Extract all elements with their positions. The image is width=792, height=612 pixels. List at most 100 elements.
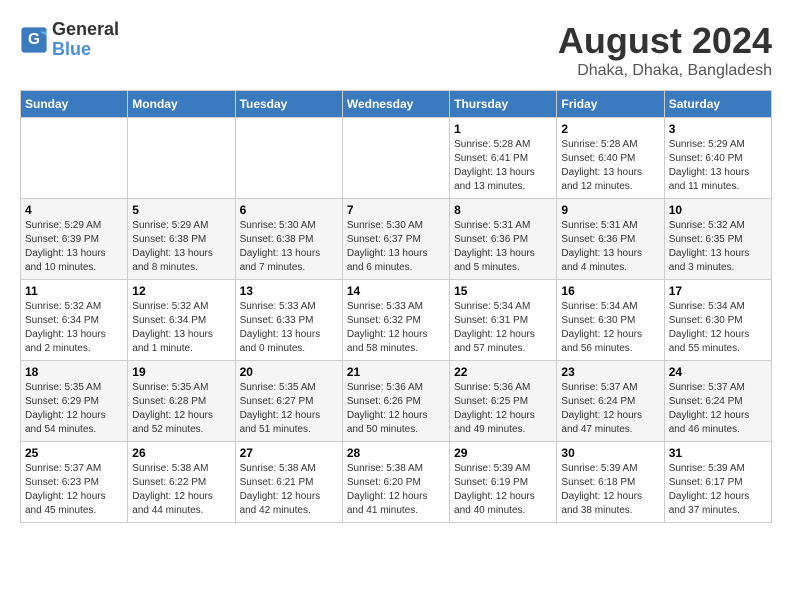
day-cell: 11 Sunrise: 5:32 AM Sunset: 6:34 PM Dayli… <box>21 280 128 361</box>
day-number: 2 <box>561 122 659 136</box>
day-cell: 19 Sunrise: 5:35 AM Sunset: 6:28 PM Dayli… <box>128 361 235 442</box>
day-number: 21 <box>347 365 445 379</box>
day-cell: 20 Sunrise: 5:35 AM Sunset: 6:27 PM Dayli… <box>235 361 342 442</box>
day-info: Sunrise: 5:29 AM Sunset: 6:38 PM Dayligh… <box>132 219 230 275</box>
logo-line2: Blue <box>52 40 119 60</box>
day-cell: 6Sunrise: 5:30 AM Sunset: 6:38 PM Daylig… <box>235 199 342 280</box>
header: G General Blue August 2024 Dhaka, Dhaka,… <box>20 20 772 80</box>
logo: G General Blue <box>20 20 119 60</box>
day-cell: 27Sunrise: 5:38 AM Sunset: 6:21 PM Dayli… <box>235 442 342 523</box>
day-cell: 28 Sunrise: 5:38 AM Sunset: 6:20 PM Dayli… <box>342 442 449 523</box>
day-info: Sunrise: 5:30 AM Sunset: 6:37 PM Dayligh… <box>347 219 445 275</box>
day-number: 19 <box>132 365 230 379</box>
day-number: 24 <box>669 365 767 379</box>
day-number: 10 <box>669 203 767 217</box>
day-number: 1 <box>454 122 552 136</box>
day-number: 8 <box>454 203 552 217</box>
day-number: 23 <box>561 365 659 379</box>
col-header-saturday: Saturday <box>664 91 771 118</box>
day-info: Sunrise: 5:38 AM Sunset: 6:22 PM Dayligh… <box>132 462 230 518</box>
day-info: Sunrise: 5:32 AM Sunset: 6:34 PM Dayligh… <box>25 300 123 356</box>
day-info: Sunrise: 5:33 AM Sunset: 6:33 PM Dayligh… <box>240 300 338 356</box>
day-number: 7 <box>347 203 445 217</box>
day-number: 4 <box>25 203 123 217</box>
day-cell: 4Sunrise: 5:29 AM Sunset: 6:39 PM Daylig… <box>21 199 128 280</box>
day-info: Sunrise: 5:36 AM Sunset: 6:25 PM Dayligh… <box>454 381 552 437</box>
day-info: Sunrise: 5:36 AM Sunset: 6:26 PM Dayligh… <box>347 381 445 437</box>
calendar-table: SundayMondayTuesdayWednesdayThursdayFrid… <box>20 90 772 523</box>
col-header-sunday: Sunday <box>21 91 128 118</box>
day-cell: 26 Sunrise: 5:38 AM Sunset: 6:22 PM Dayli… <box>128 442 235 523</box>
day-info: Sunrise: 5:35 AM Sunset: 6:28 PM Dayligh… <box>132 381 230 437</box>
week-row-3: 11 Sunrise: 5:32 AM Sunset: 6:34 PM Dayli… <box>21 280 772 361</box>
day-cell: 2 Sunrise: 5:28 AM Sunset: 6:40 PM Daylig… <box>557 118 664 199</box>
day-info: Sunrise: 5:39 AM Sunset: 6:18 PM Dayligh… <box>561 462 659 518</box>
col-header-friday: Friday <box>557 91 664 118</box>
day-info: Sunrise: 5:37 AM Sunset: 6:24 PM Dayligh… <box>561 381 659 437</box>
day-number: 20 <box>240 365 338 379</box>
day-number: 17 <box>669 284 767 298</box>
day-number: 9 <box>561 203 659 217</box>
day-info: Sunrise: 5:33 AM Sunset: 6:32 PM Dayligh… <box>347 300 445 356</box>
day-number: 28 <box>347 446 445 460</box>
svg-text:G: G <box>28 31 40 48</box>
day-number: 26 <box>132 446 230 460</box>
day-cell: 21 Sunrise: 5:36 AM Sunset: 6:26 PM Dayli… <box>342 361 449 442</box>
day-number: 3 <box>669 122 767 136</box>
day-cell <box>128 118 235 199</box>
day-info: Sunrise: 5:38 AM Sunset: 6:20 PM Dayligh… <box>347 462 445 518</box>
day-cell: 25 Sunrise: 5:37 AM Sunset: 6:23 PM Dayli… <box>21 442 128 523</box>
day-number: 29 <box>454 446 552 460</box>
day-cell: 24 Sunrise: 5:37 AM Sunset: 6:24 PM Dayli… <box>664 361 771 442</box>
day-cell: 23 Sunrise: 5:37 AM Sunset: 6:24 PM Dayli… <box>557 361 664 442</box>
day-number: 16 <box>561 284 659 298</box>
day-info: Sunrise: 5:31 AM Sunset: 6:36 PM Dayligh… <box>561 219 659 275</box>
day-number: 5 <box>132 203 230 217</box>
day-number: 31 <box>669 446 767 460</box>
day-info: Sunrise: 5:28 AM Sunset: 6:41 PM Dayligh… <box>454 138 552 194</box>
day-info: Sunrise: 5:35 AM Sunset: 6:29 PM Dayligh… <box>25 381 123 437</box>
title-area: August 2024 Dhaka, Dhaka, Bangladesh <box>558 20 772 80</box>
day-cell: 9 Sunrise: 5:31 AM Sunset: 6:36 PM Daylig… <box>557 199 664 280</box>
day-info: Sunrise: 5:35 AM Sunset: 6:27 PM Dayligh… <box>240 381 338 437</box>
subtitle: Dhaka, Dhaka, Bangladesh <box>558 62 772 80</box>
day-number: 11 <box>25 284 123 298</box>
day-info: Sunrise: 5:32 AM Sunset: 6:34 PM Dayligh… <box>132 300 230 356</box>
day-info: Sunrise: 5:31 AM Sunset: 6:36 PM Dayligh… <box>454 219 552 275</box>
day-cell: 16Sunrise: 5:34 AM Sunset: 6:30 PM Dayli… <box>557 280 664 361</box>
logo-icon: G <box>20 26 48 54</box>
col-header-wednesday: Wednesday <box>342 91 449 118</box>
col-header-tuesday: Tuesday <box>235 91 342 118</box>
day-info: Sunrise: 5:32 AM Sunset: 6:35 PM Dayligh… <box>669 219 767 275</box>
day-number: 27 <box>240 446 338 460</box>
day-cell <box>21 118 128 199</box>
week-row-1: 1 Sunrise: 5:28 AM Sunset: 6:41 PM Daylig… <box>21 118 772 199</box>
day-info: Sunrise: 5:34 AM Sunset: 6:30 PM Dayligh… <box>669 300 767 356</box>
day-cell: 29Sunrise: 5:39 AM Sunset: 6:19 PM Dayli… <box>450 442 557 523</box>
day-cell: 18 Sunrise: 5:35 AM Sunset: 6:29 PM Dayli… <box>21 361 128 442</box>
col-header-thursday: Thursday <box>450 91 557 118</box>
day-number: 30 <box>561 446 659 460</box>
day-number: 25 <box>25 446 123 460</box>
day-info: Sunrise: 5:34 AM Sunset: 6:31 PM Dayligh… <box>454 300 552 356</box>
day-info: Sunrise: 5:30 AM Sunset: 6:38 PM Dayligh… <box>240 219 338 275</box>
day-number: 12 <box>132 284 230 298</box>
day-number: 18 <box>25 365 123 379</box>
day-info: Sunrise: 5:37 AM Sunset: 6:24 PM Dayligh… <box>669 381 767 437</box>
header-row: SundayMondayTuesdayWednesdayThursdayFrid… <box>21 91 772 118</box>
day-info: Sunrise: 5:29 AM Sunset: 6:40 PM Dayligh… <box>669 138 767 194</box>
day-number: 22 <box>454 365 552 379</box>
day-cell <box>342 118 449 199</box>
col-header-monday: Monday <box>128 91 235 118</box>
day-cell <box>235 118 342 199</box>
day-cell: 5 Sunrise: 5:29 AM Sunset: 6:38 PM Daylig… <box>128 199 235 280</box>
day-info: Sunrise: 5:28 AM Sunset: 6:40 PM Dayligh… <box>561 138 659 194</box>
day-number: 14 <box>347 284 445 298</box>
day-cell: 3 Sunrise: 5:29 AM Sunset: 6:40 PM Daylig… <box>664 118 771 199</box>
day-cell: 17 Sunrise: 5:34 AM Sunset: 6:30 PM Dayli… <box>664 280 771 361</box>
day-cell: 15Sunrise: 5:34 AM Sunset: 6:31 PM Dayli… <box>450 280 557 361</box>
logo-line1: General <box>52 20 119 40</box>
day-cell: 31Sunrise: 5:39 AM Sunset: 6:17 PM Dayli… <box>664 442 771 523</box>
day-info: Sunrise: 5:37 AM Sunset: 6:23 PM Dayligh… <box>25 462 123 518</box>
day-number: 13 <box>240 284 338 298</box>
